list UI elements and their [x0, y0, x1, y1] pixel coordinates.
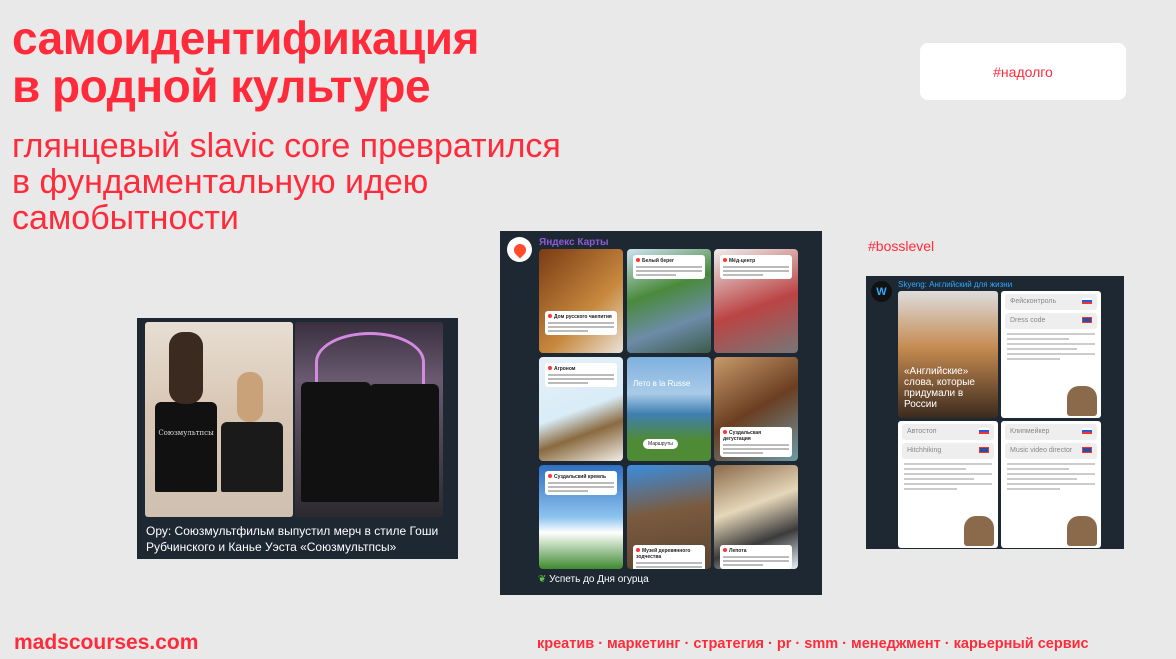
person-head — [169, 332, 203, 404]
slide-subtitle: глянцевый slavic core превратился в фунд… — [12, 128, 561, 236]
person-head — [237, 372, 263, 422]
place-name: Музей деревянного зодчества — [636, 548, 691, 560]
place-tile[interactable]: Лето в la Russe Маршруты — [627, 357, 711, 461]
russia-flag-icon — [1082, 298, 1092, 304]
post-footer: ❦ Успеть до Дня огурца — [538, 574, 649, 585]
subtitle-line: самобытности — [12, 199, 239, 237]
tshirt-image — [221, 422, 283, 492]
title-line: в родной культуре — [12, 60, 431, 112]
place-tile[interactable]: Белый берег — [627, 249, 711, 353]
merch-photo-hanger — [295, 322, 443, 517]
place-label: Агроном — [545, 363, 617, 387]
place-name: Белый берег — [642, 258, 675, 264]
russian-word: Клипмейкер — [1005, 424, 1097, 440]
subtitle-line: глянцевый slavic core превратился — [12, 127, 561, 165]
place-tile[interactable]: Агроном — [539, 357, 623, 461]
title-line: самоидентификация — [12, 12, 479, 64]
yandex-maps-logo — [507, 237, 532, 262]
word: Автостоп — [907, 428, 937, 435]
body-text — [904, 463, 992, 490]
place-label: Мёд-центр — [720, 255, 792, 279]
place-name: Мёд-центр — [729, 258, 756, 264]
place-tile[interactable]: Суздальский кремль — [539, 465, 623, 569]
pin-icon — [723, 258, 727, 262]
place-label: Музей деревянного зодчества — [633, 545, 705, 569]
place-name: Агроном — [554, 366, 576, 372]
russia-flag-icon — [979, 428, 989, 434]
word: Dress code — [1010, 317, 1046, 324]
word: Music video director — [1010, 447, 1073, 454]
animal-image — [964, 516, 994, 546]
tag-label: #надолго — [993, 63, 1053, 80]
place-tile[interactable]: Лепота — [714, 465, 798, 569]
animal-image — [1067, 386, 1097, 416]
place-name: Лепота — [729, 548, 747, 554]
cover-text: «Английские» слова, которые придумали в … — [904, 366, 975, 410]
uk-flag-icon — [1082, 447, 1092, 453]
place-tile[interactable]: Музей деревянного зодчества — [627, 465, 711, 569]
place-tile[interactable]: Дом русского чаепития — [539, 249, 623, 353]
uk-flag-icon — [979, 447, 989, 453]
word-pair-panel: Клипмейкер Music video director — [1001, 421, 1101, 548]
tshirt-image — [369, 384, 439, 502]
english-word: Music video director — [1005, 443, 1097, 459]
site-logo[interactable]: madscourses.com — [14, 631, 198, 655]
map-pin-icon — [511, 241, 528, 258]
english-word: Hitchhiking — [902, 443, 994, 459]
place-tile[interactable]: Мёд-центр — [714, 249, 798, 353]
tag-nadolgo: #надолго — [920, 43, 1126, 100]
word-pair-panel: Фейсконтроль Dress code — [1001, 291, 1101, 418]
word-pair-panel: Автостоп Hitchhiking — [898, 421, 998, 548]
body-text — [1007, 333, 1095, 360]
yandex-maps-post-card: Яндекс Карты Дом русского чаепития Белый … — [500, 231, 822, 595]
word: Hitchhiking — [907, 447, 942, 454]
channel-name: Яндекс Карты — [539, 237, 609, 248]
place-label: Суздальская дегустация — [720, 427, 792, 457]
cover-panel: «Английские» слова, которые придумали в … — [898, 291, 998, 418]
subtitle-line: в фундаментальную идею — [12, 163, 429, 201]
place-name: Суздальская дегустация — [723, 430, 761, 442]
place-label: Лепота — [720, 545, 792, 569]
place-label: Суздальский кремль — [545, 471, 617, 495]
word: Фейсконтроль — [1010, 298, 1057, 305]
animal-image — [1067, 516, 1097, 546]
pin-icon — [723, 548, 727, 552]
merch-photo-people: Союзмультпсы — [145, 322, 293, 517]
tshirt-image: Союзмультпсы — [155, 402, 217, 492]
merch-post-card: Союзмультпсы Ору: Союзмультфильм выпусти… — [137, 318, 458, 559]
english-word: Dress code — [1005, 313, 1097, 329]
pin-icon — [548, 474, 552, 478]
body-text — [1007, 463, 1095, 490]
tag-bosslevel: #bosslevel — [868, 238, 935, 254]
pin-icon — [636, 548, 640, 552]
uk-flag-icon — [1082, 317, 1092, 323]
place-label: Дом русского чаепития — [545, 311, 617, 335]
slide-title: самоидентификация в родной культуре — [12, 14, 479, 110]
shirt-print: Союзмультпсы — [158, 429, 214, 437]
russian-word: Автостоп — [902, 424, 994, 440]
tshirt-image — [301, 382, 371, 502]
footer-tagline: креатив · маркетинг · стратегия · pr · s… — [537, 636, 1089, 652]
skyeng-w-icon: W — [876, 285, 887, 298]
russia-flag-icon — [1082, 428, 1092, 434]
place-tile[interactable]: Суздальская дегустация — [714, 357, 798, 461]
place-label: Белый берег — [633, 255, 705, 279]
place-name: Суздальский кремль — [554, 474, 607, 480]
footer-text: Успеть до Дня огурца — [549, 574, 649, 585]
word: Клипмейкер — [1010, 428, 1050, 435]
russian-word: Фейсконтроль — [1005, 294, 1097, 310]
skyeng-logo: W — [871, 281, 892, 302]
pin-icon — [548, 366, 552, 370]
pin-icon — [723, 430, 727, 434]
route-button[interactable]: Маршруты — [643, 439, 678, 449]
skyeng-post-card: W Skyeng: Английский для жизни «Английск… — [866, 276, 1124, 549]
pin-icon — [548, 314, 552, 318]
channel-name: Skyeng: Английский для жизни — [898, 280, 1013, 289]
place-name: Дом русского чаепития — [554, 314, 612, 320]
cucumber-icon: ❦ — [538, 574, 547, 585]
tile-title: Лето в la Russe — [633, 379, 691, 388]
pin-icon — [636, 258, 640, 262]
post-caption: Ору: Союзмультфильм выпустил мерч в стил… — [146, 524, 439, 554]
